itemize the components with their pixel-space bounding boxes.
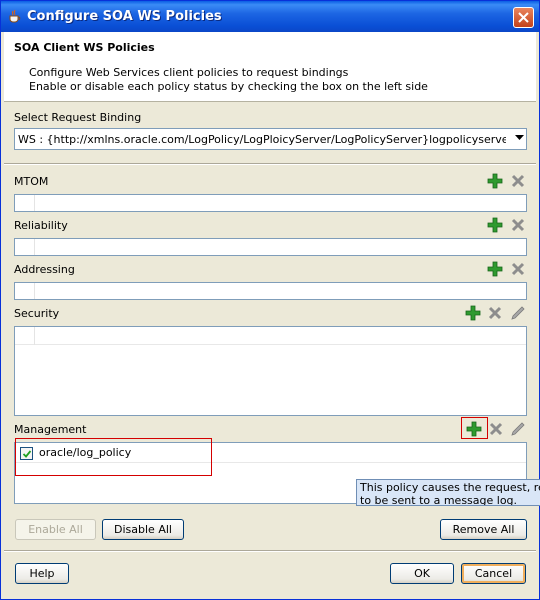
separator — [4, 163, 536, 165]
table-cell — [15, 195, 35, 211]
addressing-policy-table[interactable] — [14, 282, 527, 300]
header-description-2: Enable or disable each policy status by … — [29, 80, 428, 93]
add-icon — [487, 173, 503, 189]
table-row — [15, 327, 526, 345]
java-cup-icon — [9, 9, 21, 23]
delete-icon — [511, 218, 525, 232]
security-policy-table[interactable] — [14, 326, 527, 416]
delete-icon — [489, 422, 503, 436]
pencil-icon — [511, 306, 525, 320]
security-add-button[interactable] — [464, 304, 482, 322]
security-label: Security — [14, 307, 60, 320]
ok-button[interactable]: OK — [390, 563, 454, 584]
reliability-policy-table[interactable] — [14, 238, 527, 256]
tooltip-line-2: to be sent to a message log. — [360, 494, 518, 506]
binding-label: Select Request Binding — [14, 111, 142, 124]
close-button[interactable] — [513, 7, 534, 28]
mtom-add-button[interactable] — [486, 172, 504, 190]
add-icon — [466, 421, 482, 437]
remove-all-button[interactable]: Remove All — [440, 519, 527, 540]
policy-tooltip: This policy causes the request, respon t… — [356, 479, 540, 506]
addressing-remove-button[interactable] — [509, 260, 527, 278]
mtom-remove-button[interactable] — [509, 172, 527, 190]
delete-icon — [511, 174, 525, 188]
add-icon — [487, 261, 503, 277]
header-panel: SOA Client WS Policies Configure Web Ser… — [4, 32, 536, 102]
header-description: Configure Web Services client policies t… — [29, 66, 349, 79]
reliability-label: Reliability — [14, 219, 68, 232]
security-edit-button[interactable] — [509, 304, 527, 322]
delete-icon — [511, 262, 525, 276]
addressing-add-button[interactable] — [486, 260, 504, 278]
binding-select-value: WS : {http://xmlns.oracle.com/LogPolicy/… — [18, 133, 506, 146]
enable-all-button[interactable]: Enable All — [15, 519, 96, 540]
binding-select[interactable]: WS : {http://xmlns.oracle.com/LogPolicy/… — [14, 128, 527, 150]
add-icon — [465, 305, 481, 321]
addressing-label: Addressing — [14, 263, 75, 276]
policy-row-highlight — [15, 438, 212, 476]
window-title: Configure SOA WS Policies — [27, 9, 222, 24]
separator — [4, 550, 536, 552]
mtom-policy-table[interactable] — [14, 194, 527, 212]
management-remove-button[interactable] — [487, 420, 505, 438]
reliability-add-button[interactable] — [486, 216, 504, 234]
mtom-label: MTOM — [14, 175, 49, 188]
pencil-icon — [511, 422, 525, 436]
help-button[interactable]: Help — [15, 563, 69, 584]
management-edit-button[interactable] — [509, 420, 527, 438]
close-icon — [518, 12, 529, 23]
management-label: Management — [14, 423, 87, 436]
delete-icon — [488, 306, 502, 320]
table-cell — [15, 283, 35, 299]
title-bar[interactable]: Configure SOA WS Policies — [1, 1, 539, 32]
reliability-remove-button[interactable] — [509, 216, 527, 234]
add-icon — [487, 217, 503, 233]
dialog-window: Configure SOA WS Policies SOA Client WS … — [0, 0, 540, 600]
disable-all-button[interactable]: Disable All — [102, 519, 184, 540]
cancel-button[interactable]: Cancel — [461, 563, 526, 584]
security-remove-button[interactable] — [486, 304, 504, 322]
management-add-button[interactable] — [465, 420, 483, 438]
table-cell — [15, 239, 35, 255]
tooltip-line-1: This policy causes the request, respon — [360, 481, 540, 494]
table-cell — [15, 327, 35, 345]
chevron-down-icon — [515, 135, 524, 140]
header-title: SOA Client WS Policies — [14, 41, 155, 54]
